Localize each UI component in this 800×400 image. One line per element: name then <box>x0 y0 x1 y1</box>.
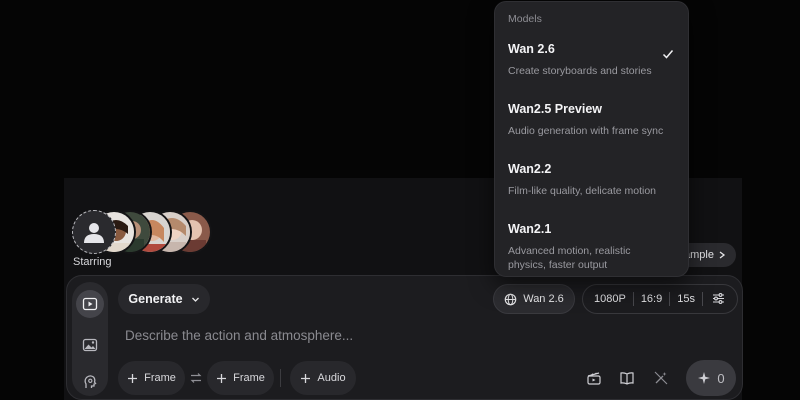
add-end-frame-button[interactable]: Frame <box>207 361 274 395</box>
prompt-input[interactable]: Describe the action and atmosphere... <box>125 328 685 348</box>
sparkle-icon <box>698 372 711 384</box>
app-canvas: Starring ample Generate Wan 2.6 1080P 16… <box>0 0 800 400</box>
resolution-setting[interactable]: 1080P <box>583 292 633 306</box>
model-option-desc: Film-like quality, delicate motion <box>508 185 657 197</box>
plus-icon <box>301 373 311 383</box>
model-option-name: Wan2.2 <box>508 162 552 176</box>
chevron-right-icon <box>719 251 726 259</box>
model-option-desc: Advanced motion, realistic physics, fast… <box>508 245 631 271</box>
add-cast-button[interactable] <box>72 210 116 254</box>
advanced-settings-button[interactable] <box>703 292 732 306</box>
menu-heading: Models <box>508 13 542 25</box>
model-option-wan-2-2[interactable]: Wan2.2 Film-like quality, delicate motio… <box>495 162 688 222</box>
aspect-ratio-setting[interactable]: 16:9 <box>634 292 669 306</box>
generate-submit-button[interactable]: 0 <box>686 360 736 396</box>
model-dropdown-menu: Models Wan 2.6 Create storyboards and st… <box>494 1 689 277</box>
plus-icon <box>217 373 227 383</box>
head-icon <box>84 375 97 388</box>
swap-frames-button[interactable] <box>189 371 203 390</box>
clapperboard-button[interactable] <box>583 367 605 389</box>
avatar-mode-button[interactable] <box>76 368 104 396</box>
mode-rail <box>72 282 108 396</box>
model-option-name: Wan2.5 Preview <box>508 102 603 116</box>
image-mode-button[interactable] <box>76 331 104 359</box>
magic-wand-icon <box>654 371 668 385</box>
book-icon <box>620 372 634 385</box>
library-button[interactable] <box>616 367 638 389</box>
add-audio-button[interactable]: Audio <box>290 361 356 395</box>
video-icon <box>82 297 98 311</box>
generation-settings[interactable]: 1080P 16:9 15s <box>582 284 738 314</box>
sliders-icon <box>712 293 724 304</box>
clapperboard-icon <box>587 372 601 385</box>
starring-cast-row: Starring <box>70 208 250 270</box>
end-frame-label: Frame <box>233 372 265 384</box>
model-label: Wan 2.6 <box>523 293 564 305</box>
swap-icon <box>190 373 202 383</box>
prompt-composer: Generate Wan 2.6 1080P 16:9 15s Describe… <box>66 275 743 400</box>
chevron-down-icon <box>191 297 199 302</box>
globe-icon <box>504 293 517 305</box>
check-icon <box>662 50 674 59</box>
model-option-name: Wan2.1 <box>508 222 552 236</box>
enhance-prompt-button[interactable] <box>650 367 672 389</box>
person-icon <box>84 223 104 243</box>
model-option-wan-2-6[interactable]: Wan 2.6 Create storyboards and stories <box>495 42 688 102</box>
model-option-desc: Create storyboards and stories <box>508 65 652 77</box>
model-option-name: Wan 2.6 <box>508 42 555 56</box>
image-icon <box>82 338 98 352</box>
starring-label: Starring <box>73 256 112 268</box>
generate-label: Generate <box>128 292 183 306</box>
credits-count: 0 <box>717 370 725 386</box>
duration-setting[interactable]: 15s <box>670 292 702 306</box>
add-start-frame-button[interactable]: Frame <box>118 361 185 395</box>
generate-mode-dropdown[interactable]: Generate <box>118 284 210 314</box>
audio-label: Audio <box>317 372 346 384</box>
video-mode-button[interactable] <box>76 290 104 318</box>
model-option-wan-2-5-preview[interactable]: Wan2.5 Preview Audio generation with fra… <box>495 102 688 162</box>
divider <box>280 369 281 387</box>
model-option-desc: Audio generation with frame sync <box>508 125 664 137</box>
plus-icon <box>128 373 138 383</box>
model-selector-button[interactable]: Wan 2.6 <box>493 284 575 314</box>
start-frame-label: Frame <box>144 372 176 384</box>
model-option-wan-2-1[interactable]: Wan2.1 Advanced motion, realistic physic… <box>495 222 688 282</box>
